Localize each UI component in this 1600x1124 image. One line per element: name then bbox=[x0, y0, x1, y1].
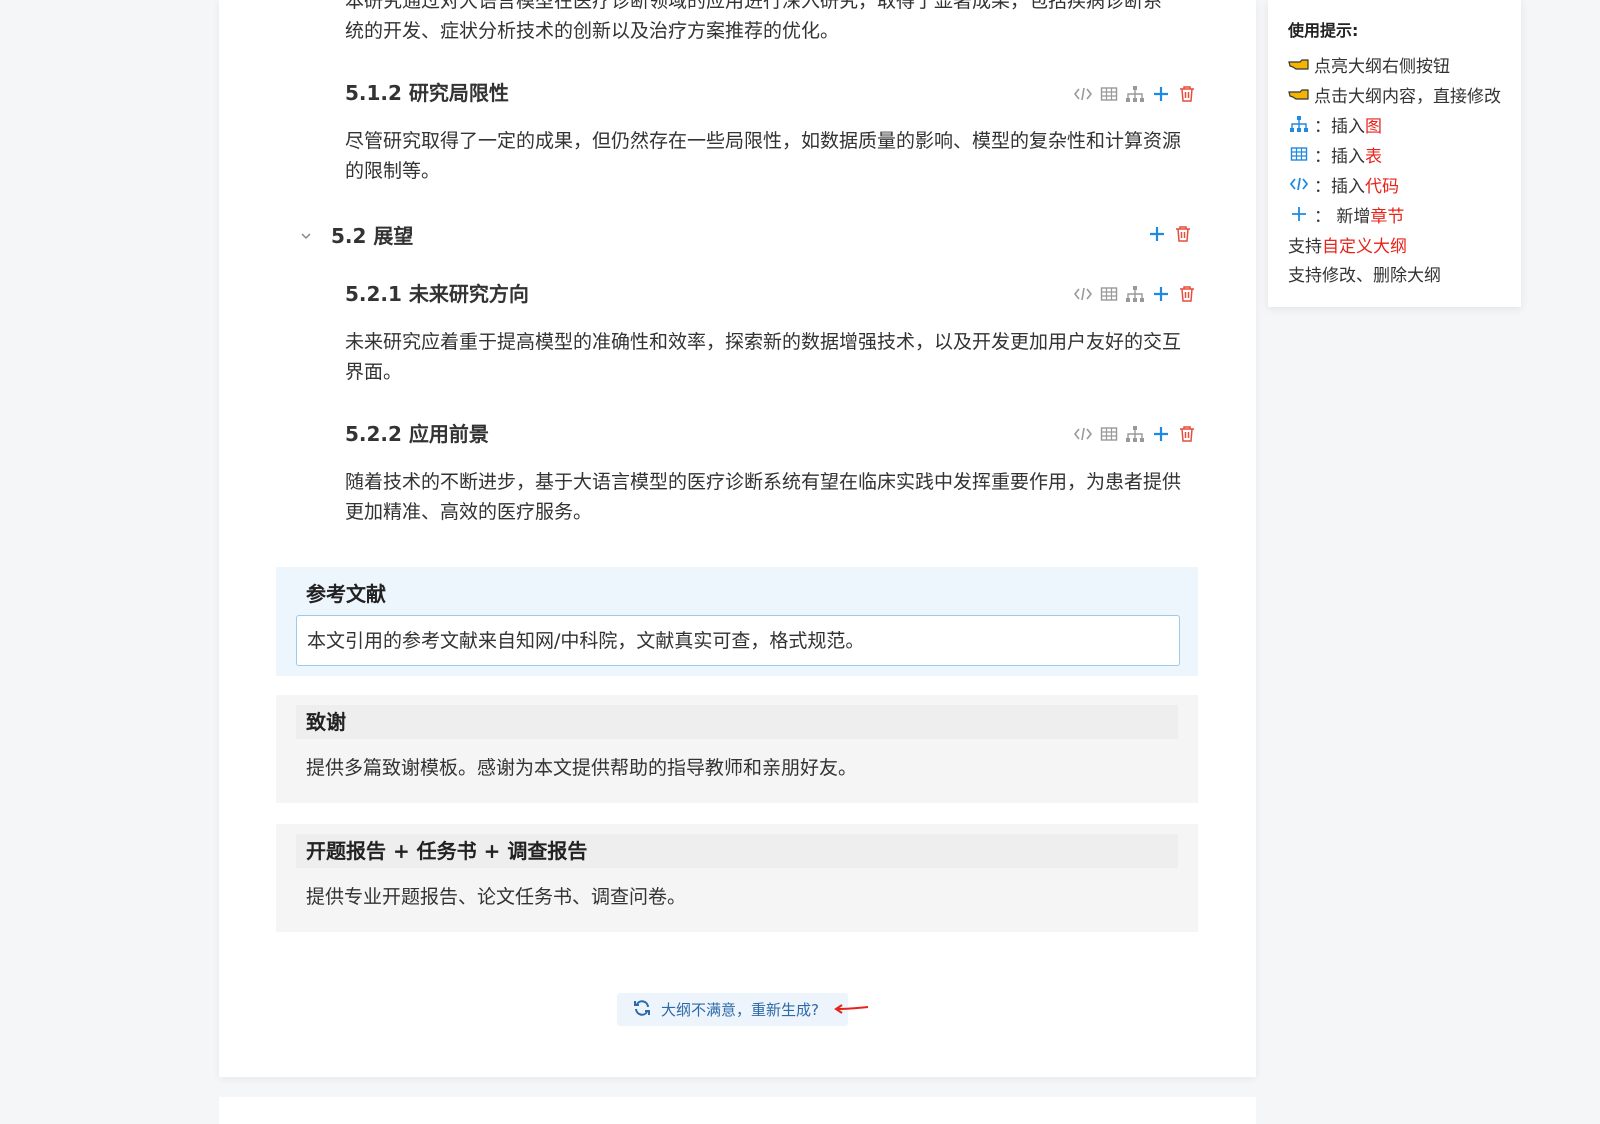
insert-table-icon[interactable] bbox=[1099, 284, 1119, 304]
toolbar-5-1-2 bbox=[1073, 83, 1197, 105]
toolbar-5-2-1 bbox=[1073, 283, 1197, 305]
insert-code-icon[interactable] bbox=[1073, 424, 1093, 444]
regenerate-label: 大纲不满意，重新生成? bbox=[661, 1001, 819, 1019]
heading-5-1-2[interactable]: 5.1.2 研究局限性 bbox=[345, 78, 509, 108]
insert-diagram-icon[interactable] bbox=[1125, 424, 1145, 444]
diagram-icon bbox=[1288, 115, 1310, 133]
tip-row: 支持 自定义大纲 bbox=[1288, 236, 1407, 257]
arrow-left-icon bbox=[834, 1000, 870, 1019]
insert-table-icon[interactable] bbox=[1099, 84, 1119, 104]
toolbar-5-2-2 bbox=[1073, 423, 1197, 445]
references-title: 参考文献 bbox=[306, 582, 386, 606]
plus-icon bbox=[1288, 206, 1310, 222]
add-section-icon[interactable] bbox=[1151, 284, 1171, 304]
pointing-hand-icon bbox=[1288, 86, 1310, 102]
insert-diagram-icon[interactable] bbox=[1125, 284, 1145, 304]
paragraph-5-2-1[interactable]: 未来研究应着重于提高模型的准确性和效率，探索新的数据增强技术，以及开发更加用户友… bbox=[345, 327, 1185, 387]
insert-diagram-icon[interactable] bbox=[1125, 84, 1145, 104]
heading-5-2-1[interactable]: 5.2.1 未来研究方向 bbox=[345, 279, 529, 309]
add-section-icon[interactable] bbox=[1147, 224, 1167, 244]
tips-title: 使用提示: bbox=[1288, 21, 1359, 40]
refresh-icon bbox=[633, 999, 651, 1021]
tip-row: ：插入 代码 bbox=[1288, 172, 1399, 197]
thanks-section[interactable]: 致谢 提供多篇致谢模板。感谢为本文提供帮助的指导教师和亲朋好友。 bbox=[276, 695, 1198, 803]
paragraph-5-1-2[interactable]: 尽管研究取得了一定的成果，但仍然存在一些局限性，如数据质量的影响、模型的复杂性和… bbox=[345, 126, 1185, 186]
thanks-title: 致谢 bbox=[296, 705, 1178, 739]
delete-icon[interactable] bbox=[1177, 84, 1197, 104]
add-section-icon[interactable] bbox=[1151, 424, 1171, 444]
references-body: 本文引用的参考文献来自知网/中科院，文献真实可查，格式规范。 bbox=[296, 615, 1180, 666]
heading-5-2-2[interactable]: 5.2.2 应用前景 bbox=[345, 419, 489, 449]
delete-icon[interactable] bbox=[1173, 224, 1193, 244]
tip-row: 点亮大纲右侧按钮 bbox=[1288, 52, 1450, 77]
tip-row: ：插入图 bbox=[1288, 112, 1382, 137]
next-card bbox=[219, 1097, 1256, 1124]
regenerate-outline-button[interactable]: 大纲不满意，重新生成? bbox=[617, 993, 848, 1026]
references-section[interactable]: 参考文献 本文引用的参考文献来自知网/中科院，文献真实可查，格式规范。 bbox=[276, 567, 1198, 676]
conclusion-paragraph[interactable]: 本研究通过对大语言模型在医疗诊断领域的应用进行深入研究，取得了显著成果，包括疾病… bbox=[345, 0, 1185, 46]
table-icon bbox=[1288, 146, 1310, 162]
insert-table-icon[interactable] bbox=[1099, 424, 1119, 444]
chevron-down-icon[interactable] bbox=[298, 228, 314, 244]
conclusion-line-1: 本研究通过对大语言模型在医疗诊断领域的应用进行深入研究，取得了显著成果，包括疾病… bbox=[345, 0, 1163, 12]
report-section[interactable]: 开题报告 + 任务书 + 调查报告 提供专业开题报告、论文任务书、调查问卷。 bbox=[276, 824, 1198, 932]
pointing-hand-icon bbox=[1288, 56, 1310, 72]
tip-row: ： 新增 章节 bbox=[1288, 202, 1404, 227]
conclusion-line-2: 统的开发、症状分析技术的创新以及治疗方案推荐的优化。 bbox=[345, 20, 840, 42]
toolbar-5-2 bbox=[1147, 223, 1193, 245]
heading-5-2[interactable]: 5.2 展望 bbox=[331, 221, 413, 251]
insert-code-icon[interactable] bbox=[1073, 84, 1093, 104]
code-icon bbox=[1288, 176, 1310, 192]
tip-row: 点击大纲内容，直接修改 bbox=[1288, 82, 1501, 107]
report-body: 提供专业开题报告、论文任务书、调查问卷。 bbox=[306, 886, 687, 908]
report-title: 开题报告 + 任务书 + 调查报告 bbox=[296, 834, 1178, 868]
delete-icon[interactable] bbox=[1177, 424, 1197, 444]
paragraph-5-2-2[interactable]: 随着技术的不断进步，基于大语言模型的医疗诊断系统有望在临床实践中发挥重要作用，为… bbox=[345, 467, 1185, 527]
tip-row: 支持修改、删除大纲 bbox=[1288, 265, 1441, 286]
tip-row: ：插入表 bbox=[1288, 142, 1382, 167]
add-section-icon[interactable] bbox=[1151, 84, 1171, 104]
thanks-body: 提供多篇致谢模板。感谢为本文提供帮助的指导教师和亲朋好友。 bbox=[306, 757, 858, 779]
usage-tips-panel: 使用提示: 点亮大纲右侧按钮 点击大纲内容，直接修改 ：插入图 ：插入表 ：插入… bbox=[1268, 0, 1521, 307]
insert-code-icon[interactable] bbox=[1073, 284, 1093, 304]
delete-icon[interactable] bbox=[1177, 284, 1197, 304]
